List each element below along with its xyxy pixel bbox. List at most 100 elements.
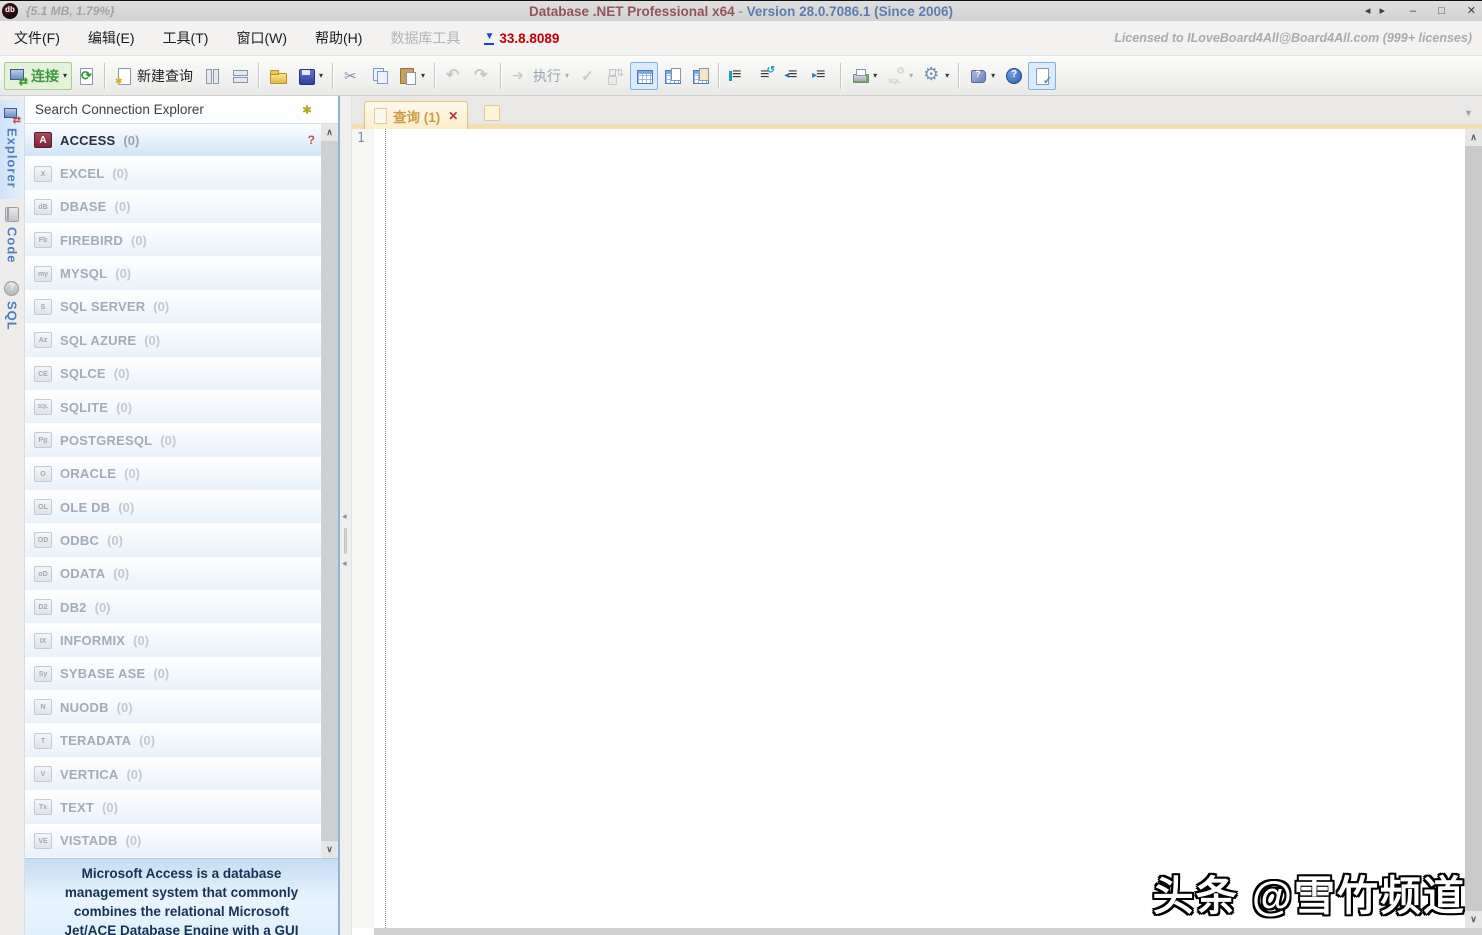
split-horizontal-button[interactable] <box>226 62 254 90</box>
star-icon[interactable]: ✱ <box>302 103 312 117</box>
scroll-down-icon[interactable]: ∨ <box>321 841 338 858</box>
maximize-button[interactable]: □ <box>1438 1 1445 21</box>
scroll-up-icon[interactable]: ∧ <box>321 124 338 141</box>
db-item-sql-server[interactable]: SSQL SERVER(0) <box>25 291 321 324</box>
paste-button[interactable]: ▾ <box>394 62 430 90</box>
tab-list-caret-icon[interactable]: ▼ <box>1464 108 1473 118</box>
editor-horizontal-scrollbar[interactable] <box>374 928 1482 935</box>
indent-increase-icon <box>813 67 831 85</box>
redo-button[interactable] <box>468 62 496 90</box>
postgresql-icon: Pg <box>34 432 52 448</box>
nav-arrows-icon[interactable]: ◂ ▸ <box>1365 1 1388 21</box>
execution-plan-button[interactable] <box>602 62 630 90</box>
copy-button[interactable] <box>366 62 394 90</box>
db-item-excel[interactable]: XEXCEL(0) <box>25 157 321 190</box>
minimize-button[interactable]: – <box>1410 1 1416 21</box>
about-help-button[interactable] <box>1000 62 1028 90</box>
split-vertical-icon <box>203 67 221 85</box>
sybase-icon: Sy <box>34 666 52 682</box>
db-item-text[interactable]: TxTEXT(0) <box>25 791 321 824</box>
execute-icon <box>511 67 529 85</box>
save-button[interactable]: ▾ <box>292 62 328 90</box>
print-button[interactable]: ▾ <box>846 62 882 90</box>
db-item-odata[interactable]: oDODATA(0) <box>25 558 321 591</box>
settings-button[interactable]: ▾ <box>918 62 954 90</box>
db-item-firebird[interactable]: FbFIREBIRD(0) <box>25 224 321 257</box>
menu-item-编辑(E)[interactable]: 编辑(E) <box>74 21 149 55</box>
execute-button[interactable]: 执行▾ <box>506 62 574 90</box>
indent-increase-button[interactable] <box>808 62 836 90</box>
scroll-up-icon[interactable]: ∧ <box>1465 129 1482 146</box>
db-item-vertica[interactable]: VVERTICA(0) <box>25 758 321 791</box>
scroll-down-icon[interactable]: ∨ <box>1465 911 1482 928</box>
new-tab-button[interactable] <box>484 105 500 121</box>
menu-item-数据库工具[interactable]: 数据库工具 <box>376 21 474 55</box>
close-button[interactable]: ✕ <box>1467 1 1476 21</box>
cut-button[interactable] <box>338 62 366 90</box>
update-badge[interactable]: ▼ 33.8.8089 <box>484 31 559 46</box>
format-indent-icon <box>757 67 775 85</box>
split-vertical-button[interactable] <box>198 62 226 90</box>
db-item-sql-azure[interactable]: AzSQL AZURE(0) <box>25 324 321 357</box>
menu-item-窗口(W)[interactable]: 窗口(W) <box>222 21 301 55</box>
db-item-odbc[interactable]: ODODBC(0) <box>25 524 321 557</box>
dropdown-caret-icon: ▾ <box>909 71 913 80</box>
undo-button[interactable] <box>440 62 468 90</box>
db-item-postgresql[interactable]: PgPOSTGRESQL(0) <box>25 424 321 457</box>
indent-decrease-button[interactable] <box>780 62 808 90</box>
help-indicator[interactable]: ? <box>308 133 315 147</box>
description-line: Microsoft Access is a database <box>25 864 338 883</box>
validate-button[interactable] <box>574 62 602 90</box>
db-item-dbase[interactable]: dBDBASE(0) <box>25 191 321 224</box>
menu-item-工具(T)[interactable]: 工具(T) <box>149 21 223 55</box>
connect-button[interactable]: 连接▾ <box>4 62 72 90</box>
db-item-sqlce[interactable]: CESQLCE(0) <box>25 358 321 391</box>
results-grid-file-button[interactable] <box>686 62 714 90</box>
collapse-left-icon[interactable]: ◂ <box>342 558 347 569</box>
open-file-button[interactable] <box>264 62 292 90</box>
code-input-area[interactable] <box>386 129 1465 928</box>
sidebar-tab-sql[interactable]: SQL <box>0 273 24 341</box>
editor-vertical-scrollbar[interactable]: ∧ ∨ <box>1465 129 1482 928</box>
spell-check-button[interactable] <box>1028 62 1056 90</box>
sql-tools-button[interactable]: ▾ <box>882 62 918 90</box>
results-grid-button[interactable] <box>630 62 658 90</box>
db-item-sybase-ase[interactable]: SySYBASE ASE(0) <box>25 658 321 691</box>
db-item-oracle[interactable]: OORACLE(0) <box>25 458 321 491</box>
splitter-grip[interactable] <box>344 528 347 554</box>
format-sql-button[interactable] <box>724 62 752 90</box>
collapse-left-icon[interactable]: ◂ <box>342 511 347 522</box>
tab-close-icon[interactable]: ✕ <box>448 109 458 123</box>
panel-splitter[interactable]: ◂ ◂ <box>340 96 352 935</box>
sidebar-tab-label: Explorer <box>5 128 20 189</box>
db-item-name: VERTICA <box>60 767 118 782</box>
sidebar-tab-explorer[interactable]: Explorer <box>0 100 24 199</box>
db-item-nuodb[interactable]: NNUODB(0) <box>25 691 321 724</box>
menu-item-文件(F)[interactable]: 文件(F) <box>0 21 74 55</box>
db-item-mysql[interactable]: myMYSQL(0) <box>25 257 321 290</box>
help-book-button[interactable]: ▾ <box>964 62 1000 90</box>
toolbar-separator <box>258 63 260 89</box>
db-item-access[interactable]: AACCESS(0)? <box>25 124 321 157</box>
tab-query-1[interactable]: 查询 (1) ✕ <box>364 101 468 129</box>
db-list-wrap: AACCESS(0)?XEXCEL(0)dBDBASE(0)FbFIREBIRD… <box>25 124 338 858</box>
db-item-vistadb[interactable]: VEVISTADB(0) <box>25 825 321 858</box>
odbc-icon: OD <box>34 532 52 548</box>
results-grid-text-button[interactable] <box>658 62 686 90</box>
db-item-sqlite[interactable]: SQLSQLITE(0) <box>25 391 321 424</box>
db-item-informix[interactable]: IXINFORMIX(0) <box>25 624 321 657</box>
sidebar-tab-code[interactable]: Code <box>0 199 24 274</box>
refresh-connections-button[interactable] <box>72 62 100 90</box>
new-query-button[interactable]: 新建查询 <box>110 62 198 90</box>
db-item-db2[interactable]: D2DB2(0) <box>25 591 321 624</box>
db-item-ole-db[interactable]: OLOLE DB(0) <box>25 491 321 524</box>
menu-item-帮助(H)[interactable]: 帮助(H) <box>301 21 376 55</box>
search-connection-input[interactable]: Search Connection Explorer ✱ <box>25 96 338 124</box>
db-list-scrollbar[interactable]: ∧ ∨ <box>321 124 338 858</box>
vertica-icon: V <box>34 766 52 782</box>
format-indent-button[interactable] <box>752 62 780 90</box>
db-item-teradata[interactable]: TTERADATA(0) <box>25 724 321 757</box>
db-item-name: SQL SERVER <box>60 299 145 314</box>
toolbar-separator <box>840 63 842 89</box>
toolbar-separator <box>500 63 502 89</box>
